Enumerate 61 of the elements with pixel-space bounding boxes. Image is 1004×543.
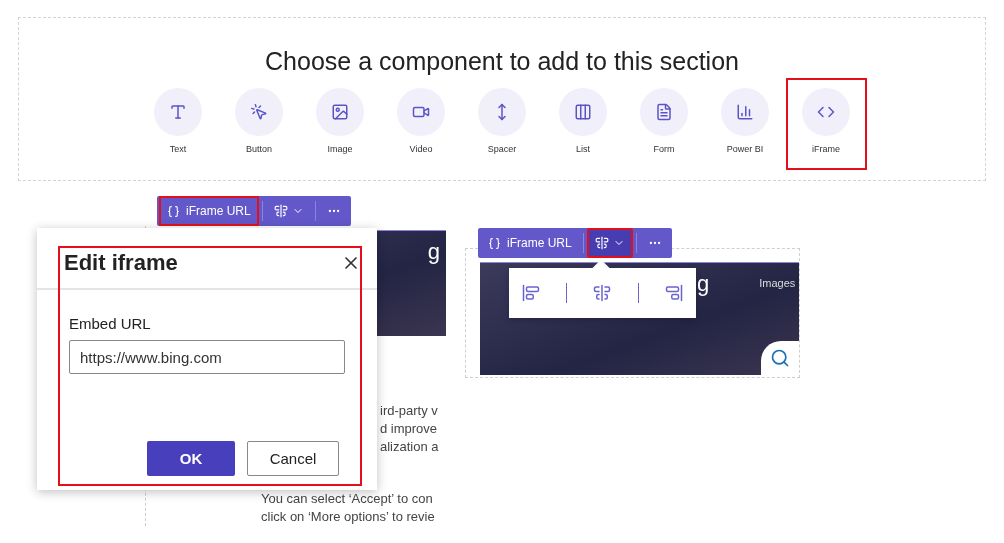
url-input-field[interactable]: https://www.bing.com	[69, 340, 345, 374]
iframe-url-button[interactable]: iFrame URL	[159, 196, 259, 226]
preview-text: You can select ‘Accept’ to con	[261, 490, 434, 508]
preview-text: alization a	[380, 438, 440, 456]
cancel-button[interactable]: Cancel	[247, 441, 339, 476]
search-button[interactable]	[761, 341, 799, 375]
preview-text: d improve	[380, 420, 439, 438]
component-label: Text	[169, 144, 187, 154]
field-label: Embed URL	[69, 315, 152, 332]
component-option[interactable]: Form	[623, 78, 705, 170]
component-button[interactable]	[154, 88, 202, 136]
component-option[interactable]: List	[542, 78, 624, 170]
braces-icon	[488, 236, 501, 250]
component-button[interactable]	[559, 88, 607, 136]
align-option[interactable]	[593, 284, 612, 302]
align-center-icon	[594, 236, 609, 250]
braces-icon	[167, 204, 180, 218]
logo-text: g	[427, 239, 440, 266]
component-button[interactable]	[721, 88, 769, 136]
images-link[interactable]: Images	[759, 277, 796, 289]
preview-text: click on ‘More options’ to revie	[261, 508, 436, 526]
logo-text: g	[697, 271, 710, 297]
component-option[interactable]: Button	[218, 78, 300, 170]
align-right-icon	[664, 284, 683, 302]
ok-button[interactable]: OK	[147, 441, 235, 476]
search-icon	[770, 348, 790, 368]
component-label: Power BI	[726, 144, 764, 154]
component-label: List	[576, 144, 590, 154]
align-center-icon	[273, 204, 288, 218]
component-label: Button	[246, 144, 272, 154]
align-option[interactable]	[522, 284, 541, 302]
image-icon	[331, 103, 349, 121]
component-button[interactable]	[478, 88, 526, 136]
section-title: Choose a component to add to this section	[265, 47, 739, 76]
component-option[interactable]: iFrame	[785, 78, 867, 170]
align-button[interactable]	[586, 228, 633, 258]
align-option[interactable]	[664, 284, 683, 302]
component-button[interactable]	[397, 88, 445, 136]
align-left-icon	[522, 284, 541, 302]
component-label: Image	[327, 144, 353, 154]
align-center-icon	[593, 284, 612, 302]
component-label: Video	[409, 144, 433, 154]
component-option[interactable]: Spacer	[461, 78, 543, 170]
component-label: iFrame	[812, 144, 840, 154]
bar-chart-icon	[736, 103, 754, 121]
component-label: Spacer	[487, 144, 517, 154]
iframe-url-button[interactable]: iFrame URL	[480, 228, 580, 258]
preview-text: ird-party v	[380, 402, 439, 420]
component-option[interactable]: Video	[380, 78, 462, 170]
form-icon	[655, 103, 673, 121]
columns-icon	[574, 103, 592, 121]
cursor-icon	[250, 103, 268, 121]
component-label: Form	[653, 144, 675, 154]
component-option[interactable]: Power BI	[704, 78, 786, 170]
text-icon	[169, 103, 187, 121]
component-option[interactable]: Image	[299, 78, 381, 170]
component-button[interactable]	[316, 88, 364, 136]
component-option[interactable]: Text	[137, 78, 219, 170]
component-button[interactable]	[235, 88, 283, 136]
dialog-title: Edit iframe	[64, 250, 178, 276]
component-button[interactable]	[640, 88, 688, 136]
